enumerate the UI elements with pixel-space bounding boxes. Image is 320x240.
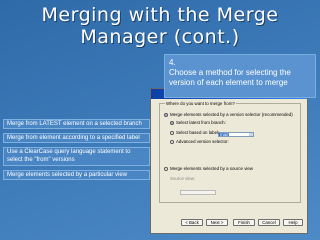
help-button[interactable]: Help [283, 219, 303, 226]
option-source-view[interactable]: Merge elements selected by a source view [164, 166, 253, 171]
slide-title-line-1: Merging with the Merge [41, 4, 279, 26]
option-version-selector[interactable]: Merge elements selected by a version sel… [164, 112, 293, 117]
option-label-label: Select based on label: [176, 130, 220, 135]
merge-manager-dialog: Where do you want to merge from? Merge e… [150, 88, 308, 234]
radio-icon[interactable] [170, 130, 174, 135]
callout-text: Choose a method for selecting the versio… [169, 68, 291, 87]
label-particular-view: Merge elements selected by a particular … [3, 170, 150, 180]
dialog-button-row: < Back Next > Finish Cancel Help [151, 219, 307, 227]
radio-icon[interactable] [170, 139, 174, 144]
cancel-button[interactable]: Cancel [258, 219, 280, 226]
label-latest-branch: Merge from LATEST element on a selected … [3, 119, 150, 129]
branch-select-value: main [220, 132, 230, 137]
back-button[interactable]: < Back [181, 219, 203, 226]
label-query-language: Use a ClearCase query language statement… [3, 147, 150, 166]
label-specified-label: Merge from element according to a specif… [3, 133, 150, 143]
merge-source-group: Where do you want to merge from? Merge e… [159, 101, 301, 203]
group-label: Where do you want to merge from? [165, 101, 236, 106]
step-callout: 4. Choose a method for selecting the ver… [164, 54, 316, 98]
callout-step-number: 4. [169, 58, 176, 67]
option-advanced-label: Advanced version selector: [176, 139, 229, 144]
option-version-selector-label: Merge elements selected by a version sel… [170, 112, 293, 117]
option-latest-from-branch[interactable]: Select latest from branch: [170, 120, 226, 125]
option-latest-label: Select latest from branch: [176, 120, 226, 125]
slide-title: Merging with the Merge Manager (cont.) [0, 4, 320, 48]
source-view-label: Source view: [170, 176, 196, 181]
source-view-select[interactable] [180, 190, 216, 195]
option-based-on-label[interactable]: Select based on label: [170, 130, 219, 135]
chevron-down-icon[interactable] [249, 133, 253, 136]
source-view-field-label: Source view: [170, 176, 195, 181]
radio-icon[interactable] [164, 166, 168, 171]
radio-icon[interactable] [170, 120, 174, 125]
next-button[interactable]: Next > [206, 219, 228, 226]
slide-title-line-2: Manager (cont.) [80, 26, 240, 48]
radio-icon[interactable] [164, 112, 168, 117]
option-advanced-selector[interactable]: Advanced version selector: [170, 139, 229, 144]
finish-button[interactable]: Finish [233, 219, 255, 226]
option-source-view-label: Merge elements selected by a source view [170, 166, 253, 171]
branch-select[interactable]: main [218, 132, 254, 137]
